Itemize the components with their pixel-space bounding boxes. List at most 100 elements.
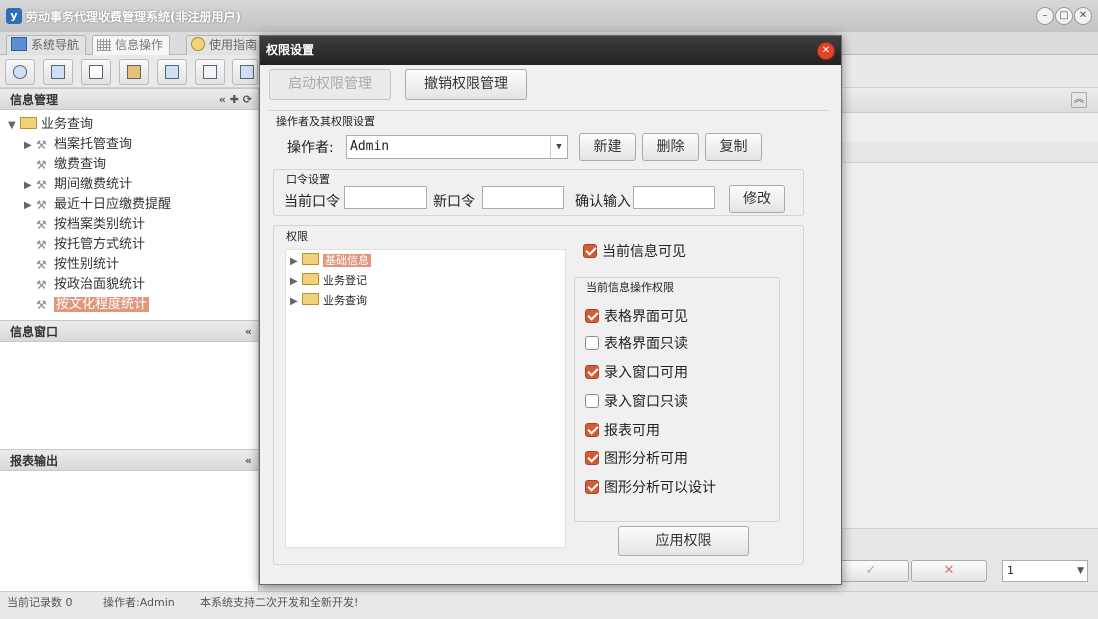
expand-right-icon[interactable]: ▶ — [290, 276, 302, 287]
collapse-icon[interactable]: « ✚ ⟳ — [219, 89, 252, 111]
collapse-icon[interactable]: « — [245, 450, 252, 472]
current-password-input[interactable] — [344, 186, 427, 209]
chevron-down-icon[interactable]: ▼ — [550, 136, 567, 158]
tree-item[interactable]: ⚒ 按政治面貌统计 — [24, 273, 145, 292]
confirm-password-input[interactable] — [633, 186, 715, 209]
new-operator-button[interactable]: 新建 — [579, 133, 636, 161]
operator-label: 操作者: — [287, 140, 334, 156]
divider — [269, 110, 829, 111]
info-window-header: 信息窗口 « — [0, 320, 258, 342]
document-icon[interactable] — [81, 59, 111, 85]
permission-dialog: 权限设置 ✕ 启动权限管理 撤销权限管理 操作者及其权限设置 操作者: Admi… — [259, 35, 842, 585]
app-icon: y — [6, 8, 22, 24]
print-icon[interactable] — [232, 59, 258, 85]
tree-item[interactable]: ⚒ 按托管方式统计 — [24, 233, 145, 252]
graph-design-checkbox[interactable]: 图形分析可以设计 — [585, 477, 716, 497]
perm-tree-item[interactable]: ▶ 业务查询 — [290, 292, 367, 308]
wrench-icon: ⚒ — [36, 218, 47, 232]
perm-tree-item[interactable]: ▶ 业务登记 — [290, 272, 367, 288]
table-visible-checkbox[interactable]: 表格界面可见 — [585, 306, 688, 326]
permission-tree[interactable]: ▶ 基础信息 ▶ 业务登记 ▶ 业务查询 — [285, 249, 566, 548]
tree-item[interactable]: ⚒ 按性别统计 — [24, 253, 119, 272]
perm-tree-item-basic-info[interactable]: ▶ 基础信息 — [290, 252, 371, 268]
checkbox-icon[interactable] — [583, 244, 597, 258]
new-password-label: 新口令 — [433, 194, 475, 210]
expand-down-icon[interactable]: ▼ — [8, 120, 20, 131]
expand-right-icon[interactable]: ▶ — [290, 296, 302, 307]
export-icon[interactable] — [195, 59, 225, 85]
new-password-input[interactable] — [482, 186, 564, 209]
copy-operator-button[interactable]: 复制 — [705, 133, 762, 161]
checkbox-icon[interactable] — [585, 365, 599, 379]
close-window-icon[interactable]: ✕ — [1074, 7, 1092, 25]
tab-system-nav[interactable]: 系统导航 — [6, 35, 87, 55]
tab-info-ops[interactable]: 信息操作 — [92, 35, 171, 55]
wrench-icon: ⚒ — [36, 158, 47, 172]
tab-user-guide[interactable]: 使用指南 — [186, 35, 265, 55]
search-icon[interactable] — [5, 59, 35, 85]
tree-item-business-query[interactable]: ▼ 业务查询 — [8, 113, 93, 132]
status-message: 本系统支持二次开发和全新开发! — [200, 596, 359, 609]
wrench-icon: ⚒ — [36, 178, 47, 192]
confirm-icon[interactable]: ✓ — [833, 560, 909, 582]
close-icon[interactable]: ✕ — [817, 42, 835, 60]
record-count: 当前记录数 0 — [7, 596, 73, 609]
tree-item-selected[interactable]: ⚒ 按文化程度统计 — [24, 293, 150, 312]
checkbox-icon[interactable] — [585, 336, 599, 350]
window-title: 劳动事务代理收费管理系统(非注册用户) — [26, 10, 241, 24]
collapse-up-icon[interactable]: ︽ — [1071, 92, 1087, 108]
users-icon[interactable] — [119, 59, 149, 85]
window-icon[interactable] — [157, 59, 187, 85]
apply-permission-button[interactable]: 应用权限 — [618, 526, 749, 556]
status-operator: 操作者:Admin — [103, 596, 175, 609]
expand-right-icon[interactable]: ▶ — [290, 256, 302, 267]
chevron-down-icon[interactable]: ▼ — [1077, 561, 1084, 581]
folder-icon — [302, 253, 319, 265]
folder-icon — [302, 273, 319, 285]
entry-readonly-checkbox[interactable]: 录入窗口只读 — [585, 391, 688, 411]
page-select[interactable]: 1 ▼ — [1002, 560, 1088, 582]
tree-item[interactable]: ▶ ⚒ 期间缴费统计 — [24, 173, 132, 192]
wrench-icon: ⚒ — [36, 298, 47, 312]
report-enabled-checkbox[interactable]: 报表可用 — [585, 420, 660, 440]
revoke-permission-button[interactable]: 撤销权限管理 — [405, 69, 527, 100]
tree-item[interactable]: ⚒ 按档案类别统计 — [24, 213, 145, 232]
checkbox-icon[interactable] — [585, 451, 599, 465]
expand-right-icon[interactable]: ▶ — [24, 200, 36, 211]
checkbox-icon[interactable] — [585, 480, 599, 494]
wrench-icon: ⚒ — [36, 258, 47, 272]
current-visible-checkbox[interactable]: 当前信息可见 — [583, 241, 686, 261]
expand-right-icon[interactable]: ▶ — [24, 140, 36, 151]
password-section-label: 口令设置 — [286, 173, 330, 186]
tree-item[interactable]: ▶ ⚒ 最近十日应缴费提醒 — [24, 193, 171, 212]
delete-operator-button[interactable]: 删除 — [642, 133, 699, 161]
enable-permission-button[interactable]: 启动权限管理 — [269, 69, 391, 100]
tree-item[interactable]: ⚒ 缴费查询 — [24, 153, 106, 172]
checkbox-icon[interactable] — [585, 394, 599, 408]
checkbox-icon[interactable] — [585, 309, 599, 323]
confirm-password-label: 确认输入 — [575, 194, 631, 210]
tree-item[interactable]: ▶ ⚒ 档案托管查询 — [24, 133, 132, 152]
folder-icon — [20, 117, 37, 129]
cancel-icon[interactable]: ✕ — [911, 560, 987, 582]
left-pane: 信息管理 « ✚ ⟳ ▼ 业务查询 ▶ ⚒ 档案托管查询 ⚒ 缴费查询 ▶ ⚒ 期间缴费统计… — [0, 88, 259, 591]
operator-select[interactable]: Admin ▼ — [346, 135, 568, 159]
folder-icon — [302, 293, 319, 305]
minimize-icon[interactable]: – — [1036, 7, 1054, 25]
checkbox-icon[interactable] — [585, 423, 599, 437]
table-readonly-checkbox[interactable]: 表格界面只读 — [585, 333, 688, 353]
entry-enabled-checkbox[interactable]: 录入窗口可用 — [585, 362, 688, 382]
dialog-title: 权限设置 ✕ — [260, 36, 841, 65]
info-management-header: 信息管理 « ✚ ⟳ — [0, 88, 258, 110]
collapse-icon[interactable]: « — [245, 321, 252, 343]
expand-right-icon[interactable]: ▶ — [24, 180, 36, 191]
operator-section-label: 操作者及其权限设置 — [276, 115, 375, 128]
list-icon[interactable] — [43, 59, 73, 85]
modify-password-button[interactable]: 修改 — [729, 185, 785, 213]
wrench-icon: ⚒ — [36, 198, 47, 212]
graph-enabled-checkbox[interactable]: 图形分析可用 — [585, 448, 688, 468]
wrench-icon: ⚒ — [36, 138, 47, 152]
maximize-icon[interactable]: □ — [1055, 7, 1073, 25]
monitor-icon — [11, 37, 27, 51]
status-bar: 当前记录数 0 操作者:Admin 本系统支持二次开发和全新开发! — [0, 591, 1098, 619]
